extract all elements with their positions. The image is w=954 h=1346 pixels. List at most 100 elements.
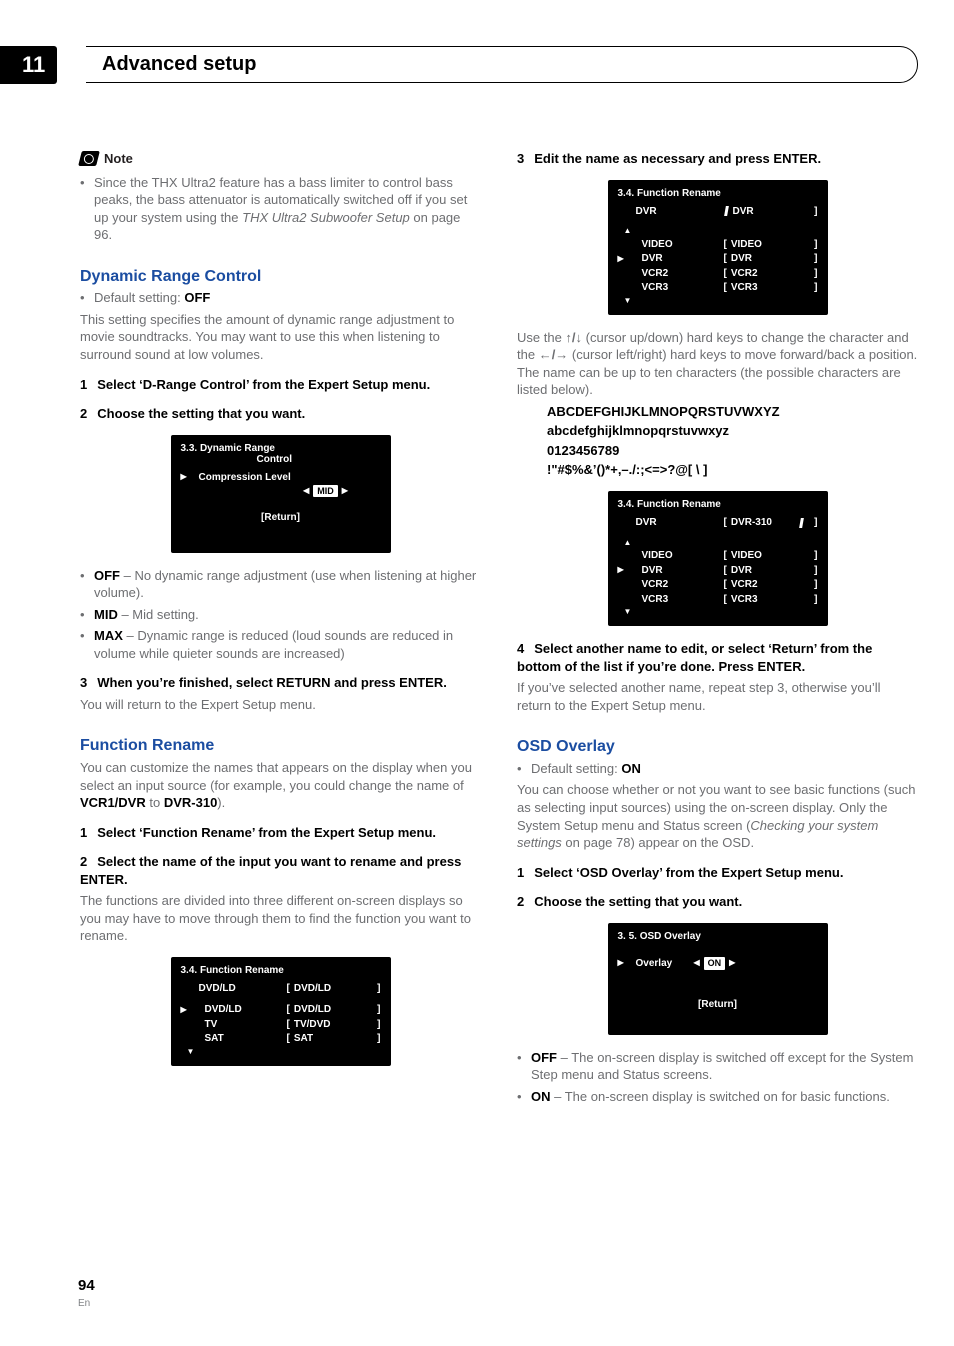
drc-osd: 3.3. Dynamic Range Control ▶ Compression… [171, 435, 391, 553]
note-bullet: Since the THX Ultra2 feature has a bass … [80, 174, 481, 244]
osdov-opt-on-desc: – The on-screen display is switched on f… [551, 1089, 890, 1104]
drc-default-list: Default setting: OFF [80, 289, 481, 307]
drc-step3: 3When you’re finished, select RETURN and… [80, 674, 481, 692]
right-step4-text: Select another name to edit, or select ‘… [517, 641, 872, 674]
ci-1: Use the [517, 330, 565, 345]
fr-osd2-r2-l: VCR2 [630, 267, 720, 281]
triangle-right-icon: ▶ [618, 565, 626, 576]
drc-opt-off-desc: – No dynamic range adjustment (use when … [94, 568, 476, 601]
text-cursor-icon [799, 518, 804, 528]
right-step3: 3Edit the name as necessary and press EN… [517, 150, 918, 168]
drc-osd-row: ▶ Compression Level [181, 471, 381, 485]
fr-osd2: 3.4. Function Rename DVR DVR ] ▲ VIDEO[V… [608, 180, 828, 315]
osdov-osd-value: ON [704, 957, 726, 969]
osdov-step1-text: Select ‘OSD Overlay’ from the Expert Set… [534, 865, 843, 880]
cursor-instructions: Use the ↑/↓ (cursor up/down) hard keys t… [517, 329, 918, 399]
drc-osd-value-row: ◀ MID ▶ [181, 485, 381, 497]
osdov-osd-title: 3. 5. OSD Overlay [618, 931, 818, 942]
note-header: Note [80, 150, 481, 168]
drc-heading: Dynamic Range Control [80, 266, 481, 288]
drc-step2-text: Choose the setting that you want. [97, 406, 305, 421]
arrow-right-icon: ▶ [729, 958, 735, 969]
note-label: Note [104, 150, 133, 168]
fr-osd2-r0-l: VIDEO [630, 238, 720, 252]
list-item: ▶DVD/LD[DVD/LD] [181, 1003, 381, 1017]
fr-osd1-r1-r: TV/DVD [294, 1018, 367, 1032]
osdov-opt-off-name: OFF [531, 1050, 557, 1065]
right-column: 3Edit the name as necessary and press EN… [517, 150, 918, 1109]
fr-osd1: 3.4. Function Rename DVD/LD [ DVD/LD ] ▶… [171, 957, 391, 1066]
fr-osd3-r0-l: VIDEO [630, 549, 720, 563]
triangle-right-icon: ▶ [618, 254, 626, 265]
fr-osd3-r3-l: VCR3 [630, 593, 720, 607]
fr-osd1-header: DVD/LD [ DVD/LD ] [181, 982, 381, 996]
osdov-options: OFF – The on-screen display is switched … [517, 1049, 918, 1106]
fr-osd1-r0-r: DVD/LD [294, 1003, 367, 1017]
drc-osd-row-label: Compression Level [193, 471, 303, 485]
osdov-default-value: ON [621, 761, 641, 776]
fr-osd2-r1-r: DVR [731, 252, 804, 266]
arrow-up-icon: ▲ [618, 538, 818, 549]
drc-default-value: OFF [184, 290, 210, 305]
drc-opt-mid: MID – Mid setting. [80, 606, 481, 624]
osdov-heading: OSD Overlay [517, 736, 918, 758]
osdov-opt-on-name: ON [531, 1089, 551, 1104]
drc-osd-value: MID [313, 485, 338, 497]
list-item: VCR2[VCR2] [618, 578, 818, 592]
charset-lower: abcdefghijklmnopqrstuvwxyz [517, 422, 918, 440]
drc-opt-mid-desc: – Mid setting. [118, 607, 199, 622]
fr-osd3: 3.4. Function Rename DVR [ DVR-310 ] ▲ V… [608, 491, 828, 626]
fr-osd3-r3-r: VCR3 [731, 593, 804, 607]
drc-osd-title: 3.3. Dynamic Range Control [181, 443, 381, 465]
fr-osd3-r0-r: VIDEO [731, 549, 804, 563]
left-column: Note Since the THX Ultra2 feature has a … [80, 150, 481, 1109]
fr-osd2-list: ▲ VIDEO[VIDEO] ▶DVR[DVR] VCR2[VCR2] VCR3… [618, 226, 818, 307]
osdov-osd: 3. 5. OSD Overlay ▶ Overlay ◀ ON ▶ [Retu… [608, 923, 828, 1035]
list-item: VCR2[VCR2] [618, 267, 818, 281]
osdov-default-label: Default setting: [531, 761, 621, 776]
osdov-step1: 1Select ‘OSD Overlay’ from the Expert Se… [517, 864, 918, 882]
osdov-opt-off: OFF – The on-screen display is switched … [517, 1049, 918, 1084]
drc-osd-title2: Control [181, 454, 293, 465]
fr-osd1-head-l: DVD/LD [193, 982, 283, 996]
charset-symbols: !"#$%&’()*+,–./:;<=>?@[ \ ] [517, 461, 918, 479]
drc-opt-max-desc: – Dynamic range is reduced (loud sounds … [94, 628, 453, 661]
drc-opt-off: OFF – No dynamic range adjustment (use w… [80, 567, 481, 602]
drc-osd-title1: 3.3. Dynamic Range [181, 443, 275, 454]
drc-opt-mid-name: MID [94, 607, 118, 622]
osdov-step2-text: Choose the setting that you want. [534, 894, 742, 909]
fr-intro-b1: VCR1/DVR [80, 795, 146, 810]
fr-osd3-title: 3.4. Function Rename [618, 499, 818, 510]
osdov-osd-return: [Return] [618, 998, 818, 1012]
fr-osd1-r2-r: SAT [294, 1032, 367, 1046]
content-area: Note Since the THX Ultra2 feature has a … [80, 150, 918, 1109]
drc-step1: 1Select ‘D-Range Control’ from the Exper… [80, 376, 481, 394]
drc-osd-return: [Return] [181, 511, 381, 525]
drc-default-label: Default setting: [94, 290, 184, 305]
ci-3: (cursor left/right) hard keys to move fo… [517, 347, 917, 397]
note-text-italic: THX Ultra2 Subwoofer Setup [242, 210, 410, 225]
drc-options: OFF – No dynamic range adjustment (use w… [80, 567, 481, 663]
fr-osd1-r2-l: SAT [193, 1032, 283, 1046]
fr-osd2-r2-r: VCR2 [731, 267, 804, 281]
osdov-step2: 2Choose the setting that you want. [517, 893, 918, 911]
fr-osd1-list: ▶DVD/LD[DVD/LD] TV[TV/DVD] SAT[SAT] ▼ [181, 1003, 381, 1057]
fr-intro-b2: DVR-310 [164, 795, 217, 810]
page-language: En [78, 1297, 95, 1311]
chapter-title: Advanced setup [102, 51, 901, 78]
list-item: ▶DVR[DVR] [618, 252, 818, 266]
charset-upper: ABCDEFGHIJKLMNOPQRSTUVWXYZ [517, 403, 918, 421]
arrow-left-icon: ◀ [303, 486, 309, 497]
drc-default: Default setting: OFF [80, 289, 481, 307]
triangle-right-icon: ▶ [618, 958, 626, 969]
triangle-right-icon: ▶ [181, 1005, 189, 1016]
right-step4-body: If you’ve selected another name, repeat … [517, 679, 918, 714]
list-item: VCR3[VCR3] [618, 593, 818, 607]
fr-osd2-r3-l: VCR3 [630, 281, 720, 295]
arrow-up-icon: ▲ [618, 226, 818, 237]
page-footer: 94 En [78, 1276, 95, 1310]
fr-osd3-head-r: DVR-310 [731, 516, 795, 530]
arrow-up-down-icon: ↑/↓ [565, 330, 582, 345]
fr-osd3-head-l: DVR [630, 516, 720, 530]
drc-opt-max: MAX – Dynamic range is reduced (loud sou… [80, 627, 481, 662]
